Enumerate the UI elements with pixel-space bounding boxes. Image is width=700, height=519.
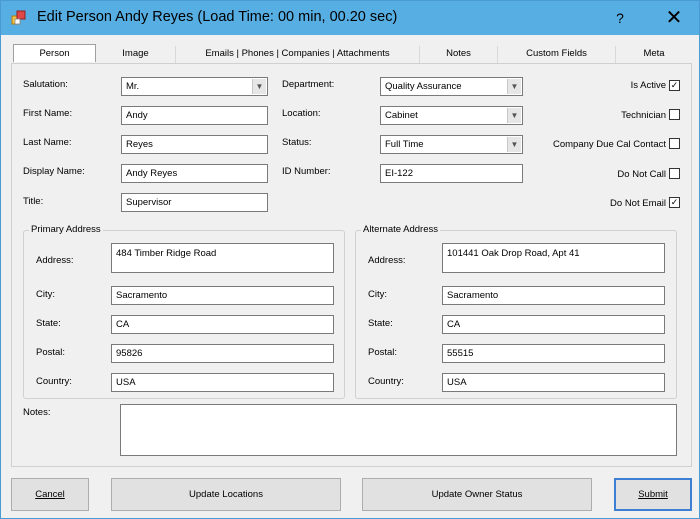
primary-address-title: Primary Address bbox=[29, 224, 103, 235]
alternate-city-field[interactable]: Sacramento bbox=[442, 286, 665, 305]
title-field[interactable]: Supervisor bbox=[121, 193, 268, 212]
display-name-field[interactable]: Andy Reyes bbox=[121, 164, 268, 183]
alternate-postal-label: Postal: bbox=[368, 347, 398, 358]
tab-meta[interactable]: Meta bbox=[616, 46, 692, 63]
technician-checkbox[interactable] bbox=[669, 109, 680, 120]
alternate-postal-field[interactable]: 55515 bbox=[442, 344, 665, 363]
salutation-select[interactable]: Mr. ▼ bbox=[121, 77, 268, 96]
technician-label: Technician bbox=[621, 110, 666, 121]
submit-button-label: Submit bbox=[638, 489, 668, 500]
is-active-checkbox[interactable]: ✓ bbox=[669, 80, 680, 91]
location-select[interactable]: Cabinet ▼ bbox=[380, 106, 523, 125]
title-label: Title: bbox=[23, 196, 44, 207]
department-label: Department: bbox=[282, 79, 335, 90]
checkmark-icon: ✓ bbox=[670, 197, 679, 207]
id-number-label: ID Number: bbox=[282, 166, 331, 177]
tab-image[interactable]: Image bbox=[96, 46, 176, 63]
alternate-city-label: City: bbox=[368, 289, 387, 300]
primary-address-label: Address: bbox=[36, 255, 74, 266]
do-not-email-checkbox[interactable]: ✓ bbox=[669, 197, 680, 208]
primary-state-label: State: bbox=[36, 318, 61, 329]
alternate-state-label: State: bbox=[368, 318, 393, 329]
primary-city-field[interactable]: Sacramento bbox=[111, 286, 334, 305]
salutation-label: Salutation: bbox=[23, 79, 68, 90]
first-name-field[interactable]: Andy bbox=[121, 106, 268, 125]
chevron-down-icon: ▼ bbox=[252, 79, 266, 94]
is-active-label: Is Active bbox=[630, 80, 666, 91]
tab-notes[interactable]: Notes bbox=[420, 46, 498, 63]
alternate-country-field[interactable]: USA bbox=[442, 373, 665, 392]
chevron-down-icon: ▼ bbox=[507, 108, 521, 123]
chevron-down-icon: ▼ bbox=[507, 79, 521, 94]
status-select[interactable]: Full Time ▼ bbox=[380, 135, 523, 154]
window-title: Edit Person Andy Reyes (Load Time: 00 mi… bbox=[37, 9, 398, 25]
do-not-email-label: Do Not Email bbox=[610, 198, 666, 209]
update-owner-status-button[interactable]: Update Owner Status bbox=[362, 478, 592, 511]
notes-label: Notes: bbox=[23, 407, 51, 418]
alternate-address-field[interactable]: 101441 Oak Drop Road, Apt 41 bbox=[442, 243, 665, 273]
close-button[interactable]: ✕ bbox=[655, 4, 693, 32]
company-due-cal-contact-label: Company Due Cal Contact bbox=[553, 139, 666, 150]
display-name-label: Display Name: bbox=[23, 166, 85, 177]
cancel-button[interactable]: Cancel bbox=[11, 478, 89, 511]
primary-country-field[interactable]: USA bbox=[111, 373, 334, 392]
help-button[interactable]: ? bbox=[607, 7, 633, 29]
alternate-country-label: Country: bbox=[368, 376, 404, 387]
status-value: Full Time bbox=[385, 139, 424, 150]
department-value: Quality Assurance bbox=[385, 81, 462, 92]
do-not-call-label: Do Not Call bbox=[617, 169, 666, 180]
salutation-value: Mr. bbox=[126, 81, 140, 92]
primary-address-group: Primary Address Address: 484 Timber Ridg… bbox=[23, 224, 345, 399]
checkmark-icon: ✓ bbox=[670, 80, 679, 90]
edit-person-window: Edit Person Andy Reyes (Load Time: 00 mi… bbox=[0, 0, 700, 519]
primary-country-label: Country: bbox=[36, 376, 72, 387]
company-due-cal-contact-checkbox[interactable] bbox=[669, 138, 680, 149]
title-bar: Edit Person Andy Reyes (Load Time: 00 mi… bbox=[1, 1, 699, 35]
first-name-label: First Name: bbox=[23, 108, 73, 119]
alternate-address-title: Alternate Address bbox=[361, 224, 440, 235]
tab-emails-phones-companies-attachments[interactable]: Emails | Phones | Companies | Attachment… bbox=[176, 46, 420, 63]
tab-person[interactable]: Person bbox=[13, 44, 96, 62]
tab-strip: Person Image Emails | Phones | Companies… bbox=[11, 44, 692, 63]
primary-postal-field[interactable]: 95826 bbox=[111, 344, 334, 363]
alternate-address-group: Alternate Address Address: 101441 Oak Dr… bbox=[355, 224, 677, 399]
tab-custom-fields[interactable]: Custom Fields bbox=[498, 46, 616, 63]
status-label: Status: bbox=[282, 137, 312, 148]
alternate-state-field[interactable]: CA bbox=[442, 315, 665, 334]
id-number-field[interactable]: EI-122 bbox=[380, 164, 523, 183]
notes-field[interactable] bbox=[120, 404, 677, 456]
update-locations-button[interactable]: Update Locations bbox=[111, 478, 341, 511]
cancel-button-label: Cancel bbox=[35, 489, 65, 500]
last-name-field[interactable]: Reyes bbox=[121, 135, 268, 154]
primary-address-field[interactable]: 484 Timber Ridge Road bbox=[111, 243, 334, 273]
location-label: Location: bbox=[282, 108, 321, 119]
last-name-label: Last Name: bbox=[23, 137, 72, 148]
person-tab-panel: Salutation: Mr. ▼ First Name: Andy Last … bbox=[11, 63, 692, 467]
alternate-address-label: Address: bbox=[368, 255, 406, 266]
location-value: Cabinet bbox=[385, 110, 418, 121]
submit-button[interactable]: Submit bbox=[614, 478, 692, 511]
department-select[interactable]: Quality Assurance ▼ bbox=[380, 77, 523, 96]
primary-postal-label: Postal: bbox=[36, 347, 66, 358]
primary-state-field[interactable]: CA bbox=[111, 315, 334, 334]
chevron-down-icon: ▼ bbox=[507, 137, 521, 152]
primary-city-label: City: bbox=[36, 289, 55, 300]
app-icon bbox=[11, 10, 26, 25]
do-not-call-checkbox[interactable] bbox=[669, 168, 680, 179]
